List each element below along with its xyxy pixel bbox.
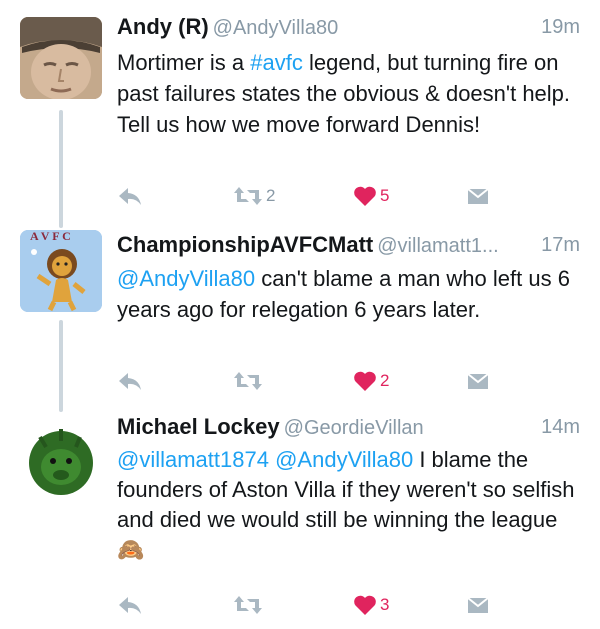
direct-message-button[interactable] (466, 366, 490, 396)
mention-link[interactable]: @AndyVilla80 (275, 447, 413, 472)
tweet-actions: 2 5 (117, 181, 497, 211)
tweet-text: @AndyVilla80 can't blame a man who left … (117, 263, 576, 325)
retweet-icon (234, 187, 262, 205)
man-face-cap-icon (20, 17, 102, 99)
user-handle[interactable]: @villamatt1... (377, 235, 498, 257)
mention-link[interactable]: @villamatt1874 (117, 447, 269, 472)
heart-icon (354, 595, 376, 615)
tweet-actions: 3 (117, 590, 497, 620)
direct-message-button[interactable] (466, 590, 490, 620)
timestamp[interactable]: 19m (541, 16, 580, 39)
tweet[interactable]: Andy (R) @AndyVilla80 19m Mortimer is a #… (0, 14, 600, 214)
retweet-button[interactable]: 2 (233, 181, 275, 211)
tweet[interactable]: Michael Lockey @GeordieVillan 14m @villam… (0, 414, 600, 626)
like-count: 5 (380, 186, 390, 205)
display-name[interactable]: ChampionshipAVFCMatt (117, 232, 373, 257)
mention-link[interactable]: @AndyVilla80 (117, 266, 255, 291)
dm-envelope-icon (467, 597, 489, 613)
retweet-icon (234, 596, 262, 614)
retweet-button[interactable] (233, 590, 266, 620)
cartoon-lion-icon: A V F C (20, 230, 102, 312)
heart-icon (354, 186, 376, 206)
avatar[interactable]: A V F C (20, 230, 102, 312)
tweet-header: Andy (R) @AndyVilla80 19m (117, 14, 580, 48)
tweet[interactable]: A V F C ChampionshipAVFCMatt @villamatt1.… (0, 230, 600, 410)
see-no-evil-monkey-emoji: 🙈 (117, 537, 145, 562)
reply-button[interactable] (117, 590, 143, 620)
tweet-actions: 2 (117, 366, 497, 396)
tweet-text-part: Mortimer is a (117, 50, 251, 75)
retweet-icon (234, 372, 262, 390)
direct-message-button[interactable] (466, 181, 490, 211)
like-button[interactable]: 2 (353, 366, 389, 396)
retweet-count: 2 (266, 186, 276, 205)
like-count: 3 (380, 595, 390, 614)
reply-button[interactable] (117, 181, 143, 211)
user-handle[interactable]: @GeordieVillan (284, 417, 424, 439)
dm-envelope-icon (467, 373, 489, 389)
tweet-text: @villamatt1874 @AndyVilla80 I blame the … (117, 445, 576, 565)
hashtag-link[interactable]: #avfc (250, 50, 303, 75)
avatar[interactable] (20, 417, 102, 499)
display-name[interactable]: Michael Lockey (117, 414, 280, 439)
reply-icon (119, 373, 141, 390)
tweet-header: ChampionshipAVFCMatt @villamatt1... 17m (117, 232, 580, 266)
reply-icon (119, 188, 141, 205)
display-name[interactable]: Andy (R) (117, 14, 209, 39)
dm-envelope-icon (467, 188, 489, 204)
reply-button[interactable] (117, 366, 143, 396)
reply-icon (119, 597, 141, 614)
tweet-header: Michael Lockey @GeordieVillan 14m (117, 414, 580, 448)
retweet-button[interactable] (233, 366, 266, 396)
baby-gorilla-icon (20, 417, 102, 499)
timestamp[interactable]: 17m (541, 234, 580, 257)
tweet-text: Mortimer is a #avfc legend, but turning … (117, 47, 576, 140)
like-button[interactable]: 3 (353, 590, 389, 620)
svg-text:A V F C: A V F C (30, 230, 71, 243)
timestamp[interactable]: 14m (541, 416, 580, 439)
user-handle[interactable]: @AndyVilla80 (213, 17, 339, 39)
avatar[interactable] (20, 17, 102, 99)
like-button[interactable]: 5 (353, 181, 389, 211)
heart-icon (354, 371, 376, 391)
like-count: 2 (380, 371, 390, 390)
